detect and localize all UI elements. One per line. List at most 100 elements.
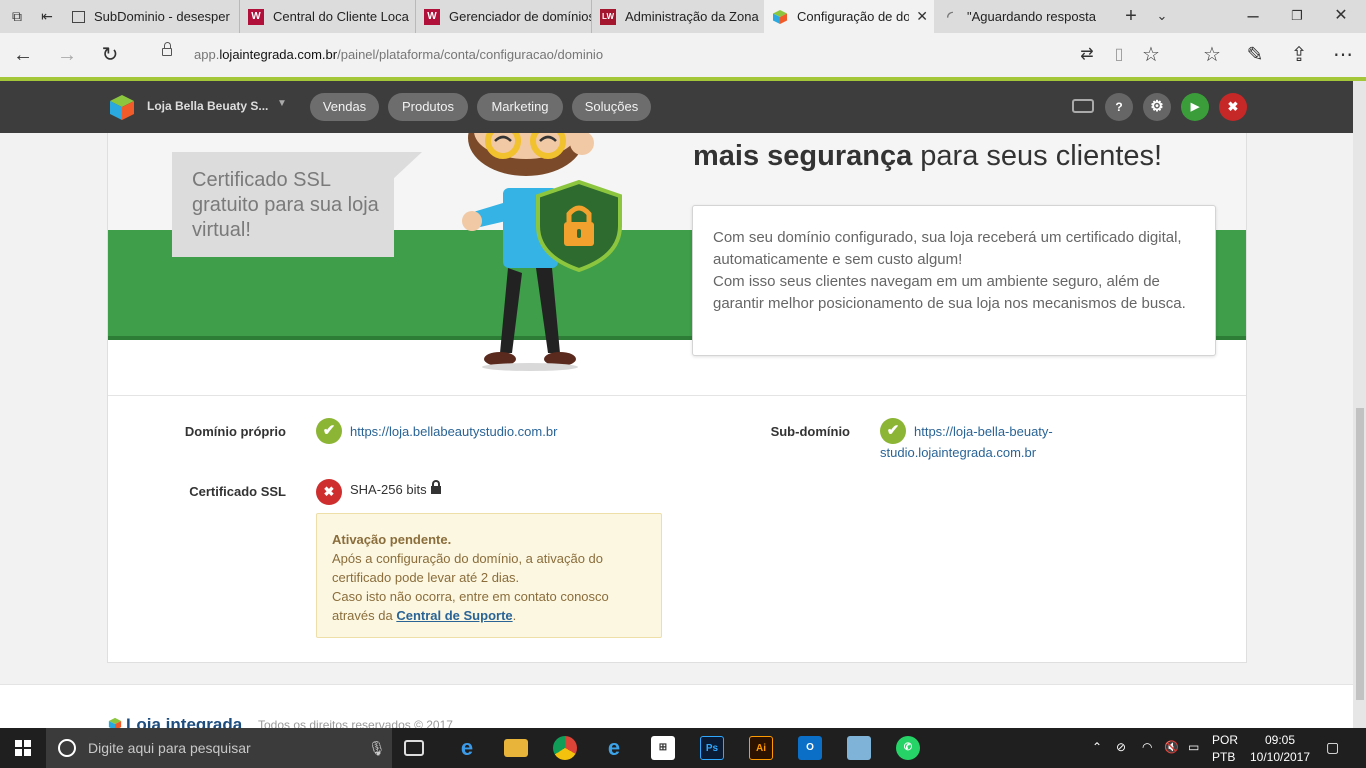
clock-time: 09:05 — [1264, 733, 1296, 747]
tab-administracao-zona[interactable]: LW Administração da Zona — [592, 0, 764, 33]
store-name[interactable]: Loja Bella Beuaty S... — [147, 99, 268, 113]
windows-start-icon[interactable] — [15, 740, 31, 756]
photoshop-icon[interactable]: Ps — [700, 736, 724, 760]
clock[interactable]: 09:05 10/10/2017 — [1249, 733, 1311, 764]
nav-vendas[interactable]: Vendas — [310, 93, 379, 121]
hero-title-rest: para seus clientes! — [912, 140, 1163, 172]
url-path: /painel/plataforma/conta/configuracao/do… — [337, 47, 604, 62]
action-center-icon[interactable]: ▢ — [1326, 740, 1339, 754]
play-icon[interactable]: ▶ — [1181, 93, 1209, 121]
ssl-shield-lock-icon — [536, 180, 622, 272]
tab-label: Administração da Zona — [625, 9, 759, 24]
hero-info-paragraph-2: Com isso seus clientes navegam em um amb… — [713, 273, 1186, 312]
store-icon[interactable]: ⊞ — [651, 736, 675, 760]
close-tab-icon[interactable]: ✕ — [916, 8, 928, 25]
own-domain-link[interactable]: https://loja.bellabeautystudio.com.br — [350, 421, 557, 442]
window-icon[interactable] — [1072, 99, 1094, 113]
more-icon[interactable]: ⋯ — [1330, 43, 1356, 67]
hero-info-paragraph-1: Com seu domínio configurado, sua loja re… — [713, 229, 1182, 268]
tab-subdominio[interactable]: SubDominio - desesper — [64, 0, 240, 33]
nav-marketing[interactable]: Marketing — [477, 93, 563, 121]
microphone-icon[interactable]: 🎙 — [368, 728, 386, 768]
tab-aguardando-resposta[interactable]: ◜ "Aguardando resposta — [934, 0, 1112, 33]
page-footer: Loja integrada Todos os direitos reserva… — [0, 684, 1353, 734]
nav-produtos[interactable]: Produtos — [388, 93, 468, 121]
input-language[interactable]: POR PTB — [1212, 733, 1238, 764]
browser-toolbar: ← → ↻ app.lojaintegrada.com.br/painel/pl… — [0, 33, 1366, 78]
ssl-certificate-label: Certificado SSL — [189, 484, 286, 499]
subdomain-link-cont[interactable]: studio.lojaintegrada.com.br — [880, 442, 1036, 463]
subdomain-ok-icon: ✔ — [880, 418, 906, 444]
new-tab-icon[interactable]: + — [1118, 4, 1144, 28]
lock-icon — [162, 42, 172, 56]
subdomain-label: Sub-domínio — [770, 424, 850, 439]
clock-date: 10/10/2017 — [1249, 750, 1311, 764]
cortana-icon — [58, 739, 76, 757]
ssl-value-text: SHA-256 bits — [350, 482, 427, 497]
address-bar[interactable]: app.lojaintegrada.com.br/painel/platafor… — [150, 41, 1050, 69]
page-icon — [72, 10, 85, 23]
subdomain-link[interactable]: https://loja-bella-beuaty- — [914, 421, 1053, 442]
language-code: POR — [1212, 733, 1239, 747]
settings-icon[interactable]: ⚙ — [1143, 93, 1171, 121]
favorites-hub-icon[interactable]: ☆ — [1199, 43, 1225, 67]
pending-title: Ativação pendente. — [332, 532, 452, 547]
internet-explorer-icon[interactable]: e — [602, 736, 626, 760]
minimize-icon[interactable]: – — [1240, 4, 1266, 28]
tab-gerenciador-dominios[interactable]: W Gerenciador de domínios — [416, 0, 592, 33]
refresh-icon[interactable]: ↻ — [97, 43, 123, 67]
tab-label: Gerenciador de domínios — [449, 9, 591, 24]
url-prefix: app. — [194, 47, 220, 62]
illustrator-icon[interactable]: Ai — [749, 736, 773, 760]
chrome-icon[interactable] — [553, 736, 577, 760]
support-center-link[interactable]: Central de Suporte — [396, 608, 512, 623]
taskbar-search-input[interactable]: Digite aqui para pesquisar 🎙 — [46, 728, 392, 768]
wifi-icon[interactable]: ◠ — [1142, 740, 1152, 754]
url-domain: lojaintegrada.com.br — [219, 47, 338, 62]
loja-integrada-logo-icon[interactable] — [108, 93, 136, 121]
nav-solucoes[interactable]: Soluções — [572, 93, 651, 121]
lock-icon — [430, 480, 441, 494]
volume-muted-icon[interactable]: 🔇 — [1164, 740, 1179, 754]
close-icon[interactable]: ✖ — [1219, 93, 1247, 121]
hero-info-box: Com seu domínio configurado, sua loja re… — [692, 205, 1216, 356]
tab-actions-icon[interactable]: ⧉ — [4, 4, 30, 28]
notifications-tray-icon[interactable]: ▭ — [1188, 740, 1199, 754]
forward-icon[interactable]: → — [54, 43, 80, 67]
translate-icon[interactable]: ⇄ — [1074, 43, 1100, 67]
outlook-icon[interactable]: O — [798, 736, 822, 760]
whatsapp-icon[interactable]: ✆ — [896, 736, 920, 760]
task-view-icon[interactable] — [404, 740, 424, 756]
help-icon[interactable]: ? — [1105, 93, 1133, 121]
show-hidden-icons-icon[interactable]: ⌃ — [1092, 740, 1102, 754]
notes-app-icon[interactable] — [847, 736, 871, 760]
set-aside-tabs-icon[interactable]: ⇤ — [34, 4, 60, 28]
windows-taskbar: Digite aqui para pesquisar 🎙 e e ⊞ Ps Ai… — [0, 728, 1366, 768]
tab-label: Configuração de do — [797, 9, 909, 24]
tab-label: SubDominio - desesper — [94, 9, 230, 24]
pending-line-2-end: . — [512, 608, 517, 623]
web-note-icon[interactable]: ✎ — [1242, 43, 1268, 67]
close-window-icon[interactable]: ✕ — [1328, 4, 1354, 28]
back-icon[interactable]: ← — [10, 43, 36, 67]
tab-label: Central do Cliente Loca — [273, 9, 409, 24]
share-icon[interactable]: ⇪ — [1286, 43, 1312, 67]
ssl-error-icon: ✖ — [316, 479, 342, 505]
scrollbar-thumb[interactable] — [1356, 408, 1364, 700]
pending-line-1: Após a configuração do domínio, a ativaç… — [332, 551, 604, 585]
location-icon[interactable]: ⊘ — [1116, 740, 1126, 754]
reading-view-icon[interactable]: ▯ — [1106, 43, 1132, 67]
tab-configuracao-dominio[interactable]: Configuração de do ✕ — [764, 0, 934, 33]
tab-preview-chevron-icon[interactable]: ⌄ — [1149, 4, 1175, 28]
locaweb-icon: W — [248, 8, 264, 25]
hero-title-bold: mais segurança — [693, 140, 913, 172]
edge-icon[interactable]: e — [455, 736, 479, 760]
locaweb-lw-icon: LW — [600, 8, 616, 25]
pending-activation-alert: Ativação pendente. Após a configuração d… — [316, 513, 662, 638]
tab-label: "Aguardando resposta — [967, 9, 1096, 24]
restore-icon[interactable]: ❐ — [1284, 4, 1310, 28]
store-dropdown-icon[interactable]: ▼ — [277, 98, 287, 109]
favorite-star-icon[interactable]: ☆ — [1138, 43, 1164, 67]
tab-central-cliente[interactable]: W Central do Cliente Loca — [240, 0, 416, 33]
file-explorer-icon[interactable] — [504, 739, 528, 757]
